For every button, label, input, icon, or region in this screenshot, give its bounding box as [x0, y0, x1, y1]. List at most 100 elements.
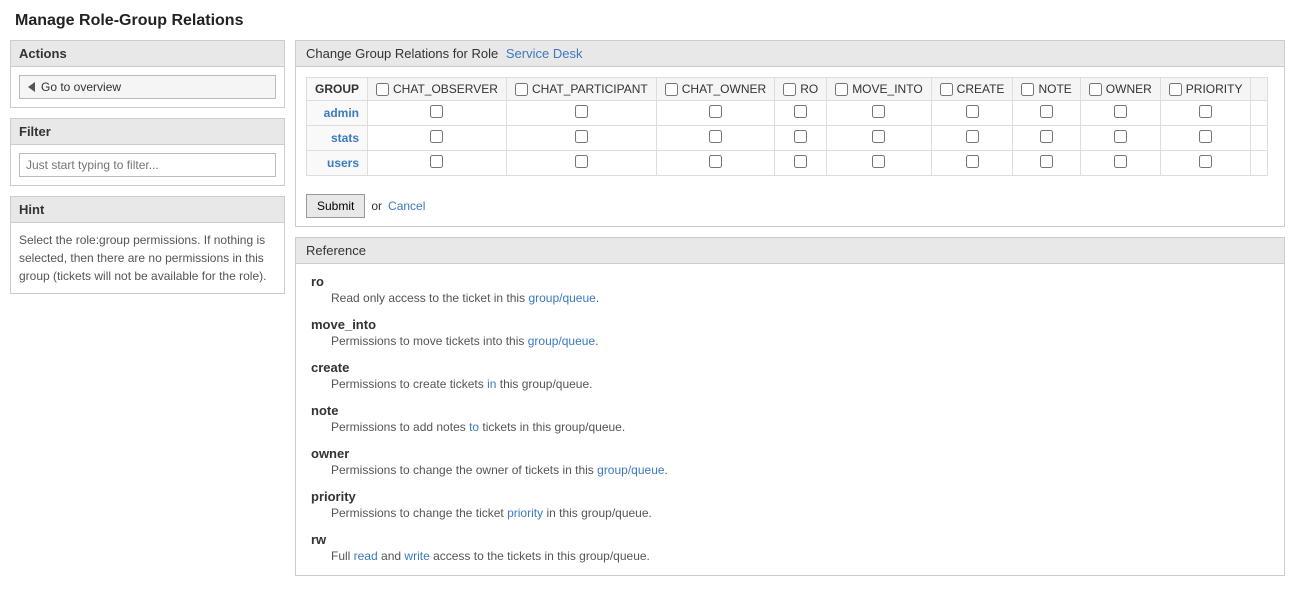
col-header-chat-participant: CHAT_PARTICIPANT	[506, 78, 656, 101]
role-name-link[interactable]: Service Desk	[506, 46, 583, 61]
checkbox-users-chat_owner[interactable]	[709, 155, 722, 168]
checkbox-users-note[interactable]	[1040, 155, 1053, 168]
table-row: admin	[307, 101, 1268, 126]
col-header-ro: RO	[775, 78, 827, 101]
cell-stats-ro	[775, 126, 827, 151]
col-header-chat-observer: CHAT_OBSERVER	[368, 78, 507, 101]
checkbox-admin-chat_participant[interactable]	[575, 105, 588, 118]
check-all-chat-participant[interactable]	[515, 83, 528, 96]
filter-section: Filter	[10, 118, 285, 186]
checkbox-stats-ro[interactable]	[794, 130, 807, 143]
check-all-ro[interactable]	[783, 83, 796, 96]
group-link-users[interactable]: users	[327, 156, 359, 170]
checkbox-stats-note[interactable]	[1040, 130, 1053, 143]
checkbox-admin-ro[interactable]	[794, 105, 807, 118]
check-all-create[interactable]	[940, 83, 953, 96]
cell-users-create	[931, 151, 1013, 176]
group-link-stats[interactable]: stats	[331, 131, 359, 145]
ref-link[interactable]: write	[404, 549, 429, 563]
cell-group-stats: stats	[307, 126, 368, 151]
reference-title: Reference	[296, 238, 1284, 264]
group-link-admin[interactable]: admin	[324, 106, 359, 120]
cell-users-note	[1013, 151, 1080, 176]
cell-users-chat_owner	[656, 151, 774, 176]
cell-stats-note	[1013, 126, 1080, 151]
checkbox-users-chat_participant[interactable]	[575, 155, 588, 168]
arrow-left-icon	[28, 82, 35, 92]
checkbox-admin-owner[interactable]	[1114, 105, 1127, 118]
checkbox-stats-priority[interactable]	[1199, 130, 1212, 143]
cell-users-chat_participant	[506, 151, 656, 176]
actions-title: Actions	[11, 41, 284, 67]
col-header-note: NOTE	[1013, 78, 1080, 101]
checkbox-stats-chat_owner[interactable]	[709, 130, 722, 143]
ref-term-move_into: move_into	[311, 317, 1269, 332]
ref-link[interactable]: to	[469, 420, 479, 434]
check-all-move-into[interactable]	[835, 83, 848, 96]
page-title: Manage Role-Group Relations	[0, 0, 1295, 40]
checkbox-admin-priority[interactable]	[1199, 105, 1212, 118]
checkbox-users-owner[interactable]	[1114, 155, 1127, 168]
checkbox-users-priority[interactable]	[1199, 155, 1212, 168]
ref-term-rw: rw	[311, 532, 1269, 547]
check-all-owner[interactable]	[1089, 83, 1102, 96]
ref-link[interactable]: in	[487, 377, 496, 391]
col-header-create: CREATE	[931, 78, 1013, 101]
or-text: or	[371, 199, 382, 213]
goto-overview-button[interactable]: Go to overview	[19, 75, 276, 99]
col-header-chat-owner: CHAT_OWNER	[656, 78, 774, 101]
cell-group-users: users	[307, 151, 368, 176]
checkbox-admin-create[interactable]	[966, 105, 979, 118]
ref-link[interactable]: group/queue	[528, 334, 595, 348]
ref-desc-priority: Permissions to change the ticket priorit…	[311, 504, 1269, 522]
ref-link[interactable]: priority	[507, 506, 543, 520]
checkbox-stats-owner[interactable]	[1114, 130, 1127, 143]
filter-input[interactable]	[19, 153, 276, 177]
cell-admin-chat_participant	[506, 101, 656, 126]
table-row: users	[307, 151, 1268, 176]
ref-desc-note: Permissions to add notes to tickets in t…	[311, 418, 1269, 436]
ref-desc-rw: Full read and write access to the ticket…	[311, 547, 1269, 565]
submit-button[interactable]: Submit	[306, 194, 365, 218]
cell-users-chat_observer	[368, 151, 507, 176]
checkbox-stats-chat_participant[interactable]	[575, 130, 588, 143]
form-actions: Submit or Cancel	[296, 186, 1284, 226]
ref-link[interactable]: read	[354, 549, 378, 563]
checkbox-admin-chat_owner[interactable]	[709, 105, 722, 118]
checkbox-users-create[interactable]	[966, 155, 979, 168]
cell-admin-create	[931, 101, 1013, 126]
filter-title: Filter	[11, 119, 284, 145]
checkbox-users-move_into[interactable]	[872, 155, 885, 168]
ref-desc-ro: Read only access to the ticket in this g…	[311, 289, 1269, 307]
check-all-note[interactable]	[1021, 83, 1034, 96]
check-all-chat-observer[interactable]	[376, 83, 389, 96]
cell-stats-move_into	[827, 126, 931, 151]
check-all-chat-owner[interactable]	[665, 83, 678, 96]
cell-extra	[1251, 151, 1268, 176]
cell-users-owner	[1080, 151, 1160, 176]
content-area: Change Group Relations for Role Service …	[295, 40, 1285, 586]
hint-text: Select the role:group permissions. If no…	[19, 231, 276, 285]
cell-stats-chat_owner	[656, 126, 774, 151]
check-all-priority[interactable]	[1169, 83, 1182, 96]
cell-stats-chat_participant	[506, 126, 656, 151]
checkbox-stats-move_into[interactable]	[872, 130, 885, 143]
checkbox-stats-create[interactable]	[966, 130, 979, 143]
checkbox-stats-chat_observer[interactable]	[430, 130, 443, 143]
ref-term-ro: ro	[311, 274, 1269, 289]
checkbox-admin-note[interactable]	[1040, 105, 1053, 118]
cell-extra	[1251, 101, 1268, 126]
checkbox-admin-chat_observer[interactable]	[430, 105, 443, 118]
hint-title: Hint	[11, 197, 284, 223]
checkbox-users-chat_observer[interactable]	[430, 155, 443, 168]
hint-section: Hint Select the role:group permissions. …	[10, 196, 285, 294]
col-header-extra	[1251, 78, 1268, 101]
ref-link[interactable]: group/queue	[597, 463, 664, 477]
checkbox-admin-move_into[interactable]	[872, 105, 885, 118]
change-group-section: Change Group Relations for Role Service …	[295, 40, 1285, 227]
ref-link[interactable]: group/queue	[528, 291, 595, 305]
cell-group-admin: admin	[307, 101, 368, 126]
checkbox-users-ro[interactable]	[794, 155, 807, 168]
ref-term-note: note	[311, 403, 1269, 418]
cancel-link[interactable]: Cancel	[388, 199, 425, 213]
